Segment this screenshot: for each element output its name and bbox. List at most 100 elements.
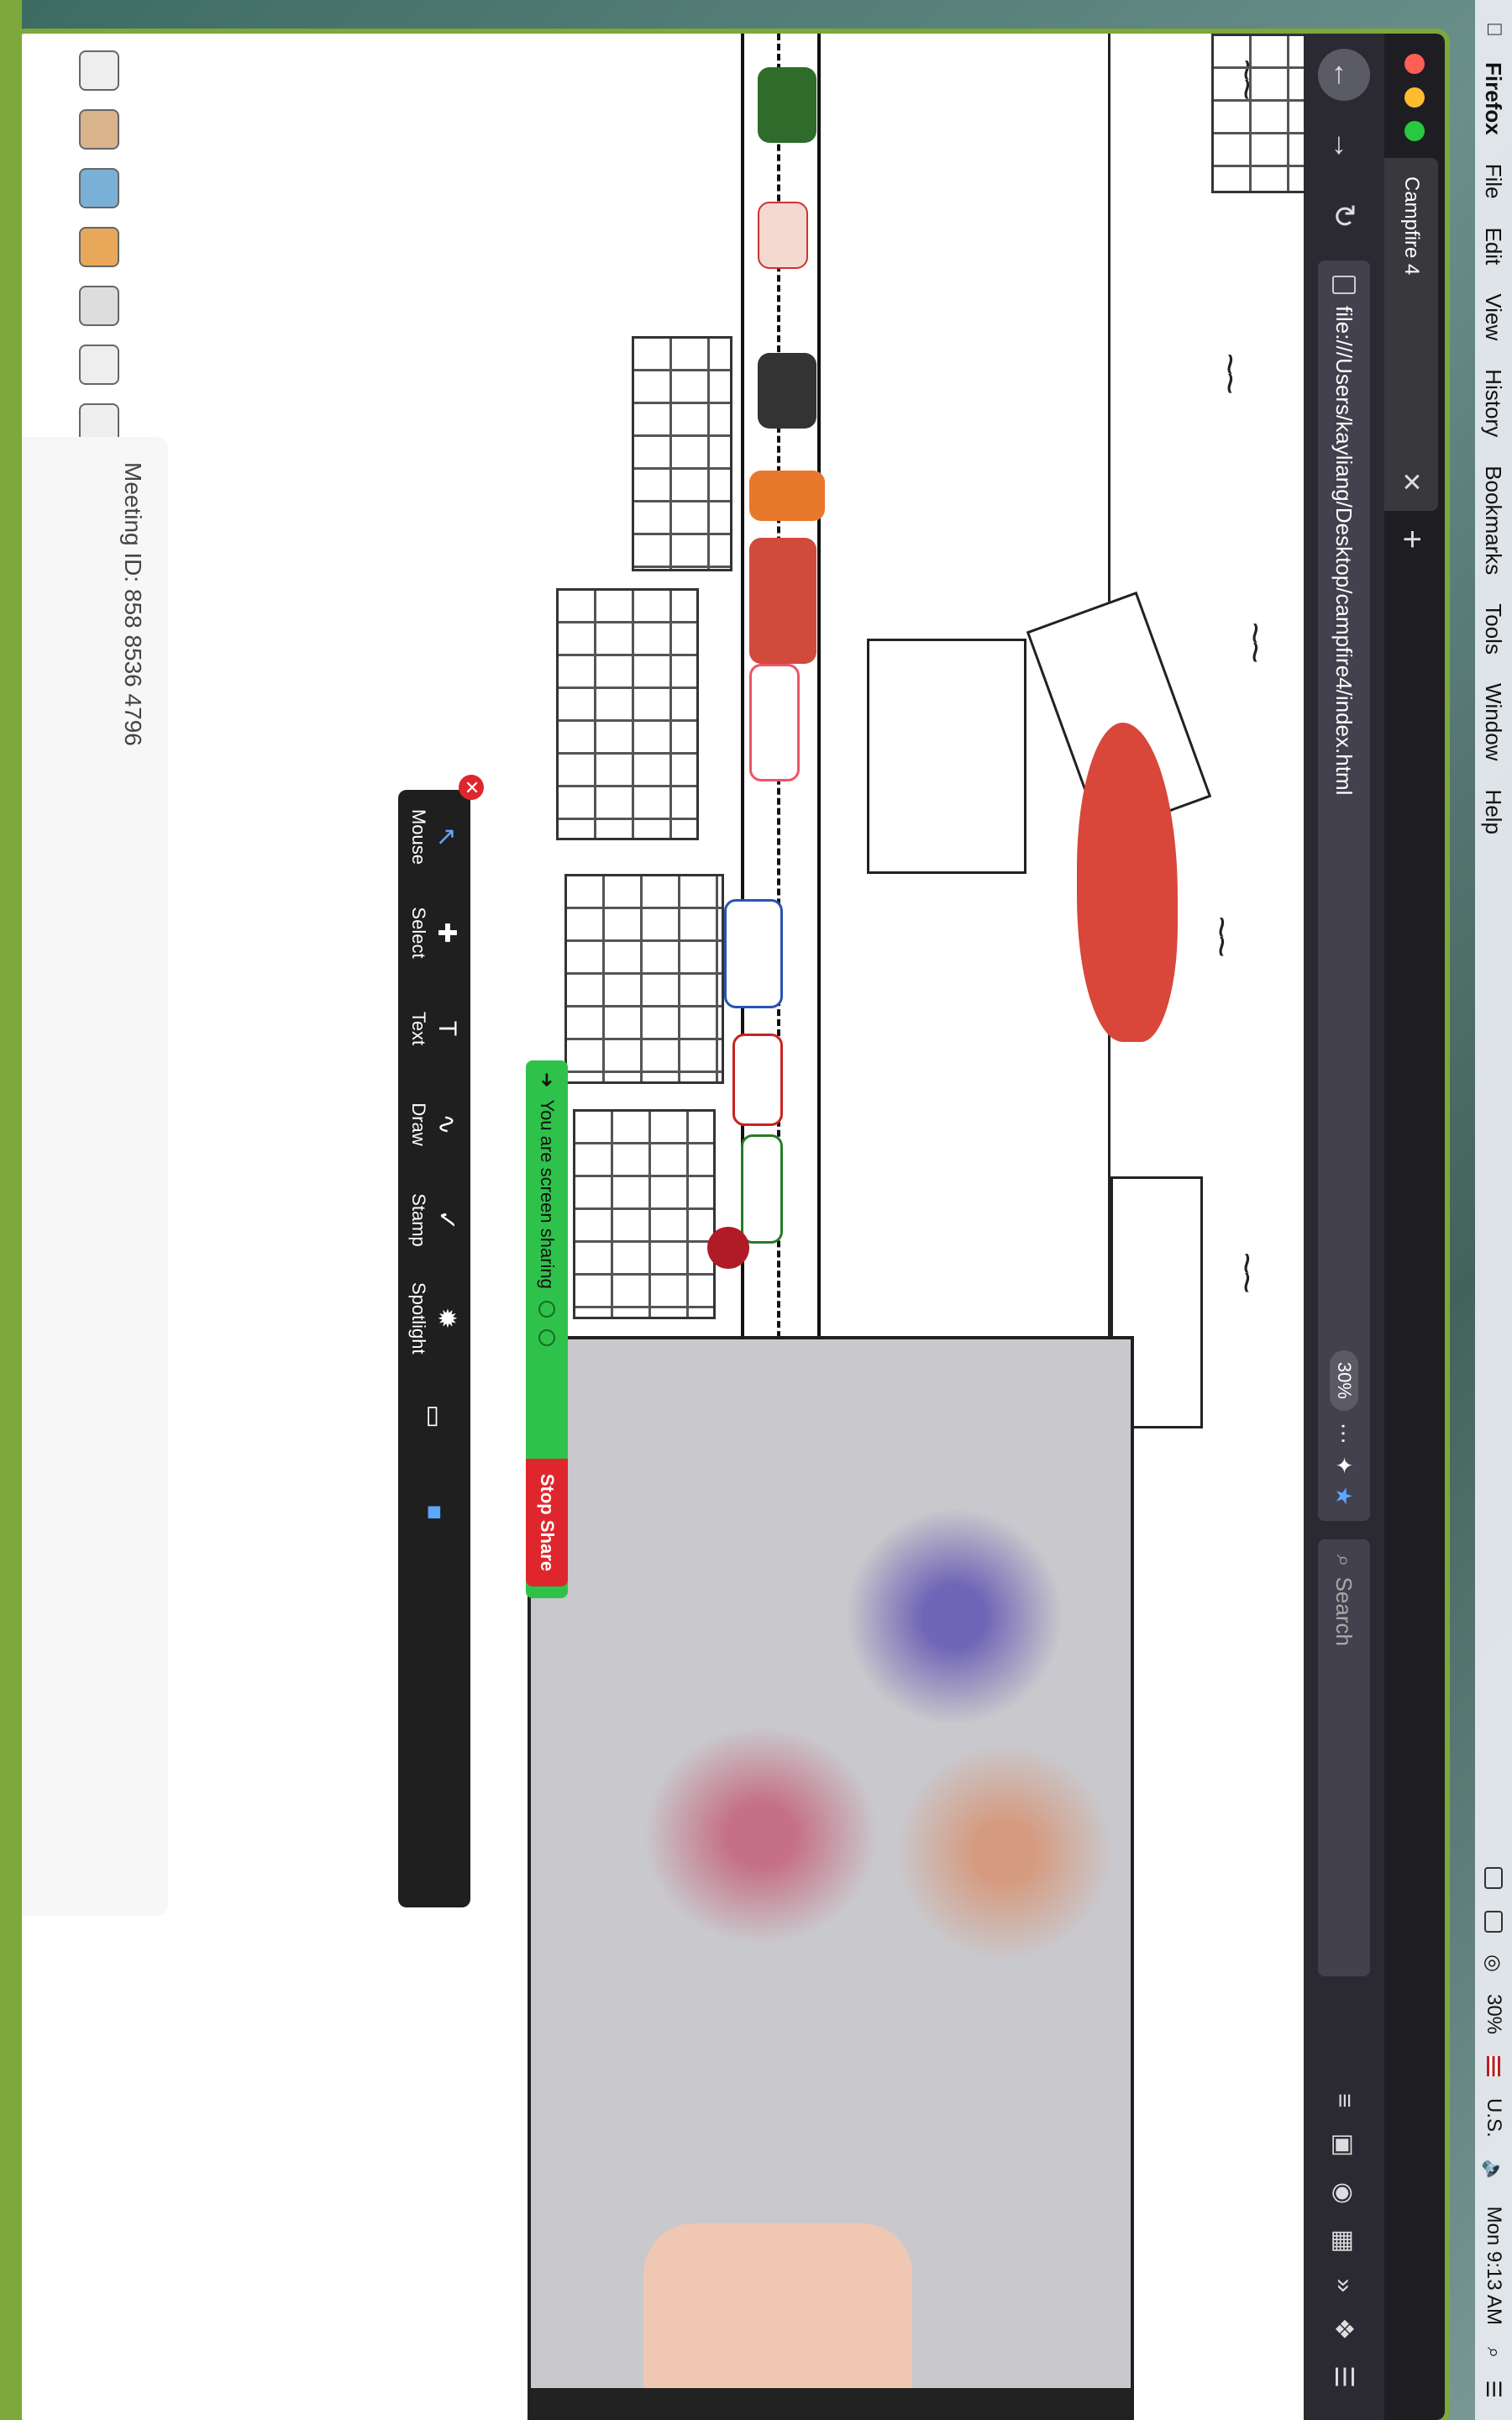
building-sketch [564, 874, 724, 1084]
reload-button[interactable]: ↻ [1318, 190, 1370, 242]
tool-text[interactable]: T Text [407, 995, 461, 1062]
tab-campfire[interactable]: Campfire 4 ✕ [1384, 158, 1438, 511]
wave-mark: ~~ [1209, 353, 1252, 392]
toy-vehicle[interactable] [758, 202, 808, 269]
spotlight-icon: ✹ [433, 1307, 460, 1329]
mouse-icon: ↖ [433, 826, 460, 848]
wifi-icon[interactable]: ◎ [1482, 1954, 1506, 1972]
battery-label[interactable]: 30% [1482, 1994, 1505, 2034]
building-sketch [1211, 34, 1304, 193]
menu-history[interactable]: History [1481, 369, 1507, 437]
tool-label: Select [408, 907, 429, 959]
tool-mouse[interactable]: ↖ Mouse [407, 803, 461, 871]
menu-view[interactable]: View [1481, 293, 1507, 340]
toy-car[interactable] [758, 353, 816, 429]
menu-window[interactable]: Window [1481, 683, 1507, 760]
participant-video[interactable] [528, 1336, 1134, 2420]
keyboard-label[interactable]: U.S. [1482, 2098, 1505, 2138]
screen-icon[interactable] [1484, 1911, 1503, 1933]
rotated-screen:  Firefox File Edit View History Bookmar… [0, 0, 1512, 2420]
zoom-tray-icon[interactable] [1484, 1867, 1503, 1890]
minimize-window-button[interactable] [1404, 87, 1425, 108]
tool-format[interactable]: ■ [420, 1479, 449, 1546]
monster-truck[interactable] [758, 67, 816, 143]
menu-edit[interactable]: Edit [1481, 228, 1507, 266]
close-window-button[interactable] [1404, 54, 1425, 74]
bookmark-star-icon[interactable]: ★ [1331, 1486, 1357, 1506]
wave-mark: ~~ [1226, 1252, 1269, 1291]
green-car[interactable] [741, 1134, 783, 1244]
tool-label: Mouse [408, 808, 429, 865]
tool-stamp[interactable]: ✓ Stamp [407, 1186, 461, 1254]
extension-icon[interactable]: ▦ [1330, 2229, 1359, 2253]
share-status: You are screen sharing [537, 1099, 558, 1289]
nav-toolbar: ← → ↻ file:///Users/kayliang/Desktop/cam… [1304, 34, 1384, 2420]
tool-label: Spotlight [408, 1282, 429, 1355]
extensions-puzzle-icon[interactable]: ❖ [1330, 2317, 1359, 2340]
pocket-icon[interactable]: ✦ [1331, 1456, 1357, 1475]
red-heart[interactable] [707, 1227, 749, 1269]
zoom-badge[interactable]: 30% [1330, 1349, 1358, 1411]
zoom-window-button[interactable] [1404, 121, 1425, 141]
stop-share-button[interactable]: Stop Share [526, 1458, 568, 1586]
window-bottom-border [0, 0, 22, 2420]
menu-bookmarks[interactable]: Bookmarks [1481, 466, 1507, 575]
building-sketch [632, 336, 732, 571]
ball-sticker[interactable] [79, 227, 119, 267]
clock[interactable]: Mon 9:13 AM [1482, 2207, 1505, 2325]
red-car[interactable] [732, 1034, 783, 1126]
tool-draw[interactable]: ∿ Draw [407, 1091, 461, 1158]
search-placeholder: Search [1331, 1576, 1357, 1646]
building-sketch [556, 588, 699, 840]
faces-sticker[interactable] [79, 109, 119, 150]
card-sticker[interactable] [79, 286, 119, 326]
library-icon[interactable]: ≡ [1330, 2093, 1359, 2108]
pink-car[interactable] [749, 664, 800, 781]
annotation-toolbar: ✕ ↖ Mouse ✚ Select T Text ∿ Draw ✓ Stamp ✹ Spo… [398, 775, 484, 1907]
tool-label: Stamp [408, 1193, 429, 1247]
page-actions-icon[interactable]: ⋯ [1331, 1423, 1357, 1444]
pink-drawing [643, 1726, 879, 1944]
menu-app-name[interactable]: Firefox [1481, 62, 1507, 135]
shield-icon[interactable] [538, 1328, 555, 1346]
volume-icon[interactable]: 🔈 [1482, 2160, 1506, 2185]
back-button[interactable]: ← [1318, 49, 1370, 101]
control-center-icon[interactable]: ☰ [1482, 2380, 1506, 2398]
menu-file[interactable]: File [1481, 164, 1507, 199]
tab-strip: Campfire 4 ✕ + [1384, 34, 1445, 2420]
meeting-id: Meeting ID: 858 8536 4796 [120, 462, 146, 746]
note-sticker[interactable] [79, 345, 119, 385]
tab-title: Campfire 4 [1400, 176, 1423, 276]
overflow-icon[interactable]: » [1330, 2279, 1359, 2293]
tool-eraser[interactable]: ▭ [420, 1383, 449, 1450]
sidebar-icon[interactable]: ▣ [1330, 2133, 1359, 2157]
dice-sticker[interactable] [79, 50, 119, 91]
close-tab-icon[interactable]: ✕ [1397, 471, 1426, 492]
new-tab-icon[interactable]: + [1384, 511, 1431, 549]
format-icon: ■ [421, 1504, 449, 1520]
hamburger-menu-icon[interactable]: ☰ [1330, 2365, 1359, 2388]
menu-tools[interactable]: Tools [1481, 603, 1507, 655]
tool-spotlight[interactable]: ✹ Spotlight [407, 1282, 461, 1355]
purple-drawing [845, 1507, 1063, 1726]
tool-select[interactable]: ✚ Select [407, 899, 461, 966]
wave-mark: ~~ [1234, 622, 1278, 660]
flag-icon[interactable] [1487, 2056, 1500, 2077]
toy-bus[interactable] [749, 471, 825, 521]
orange-drawing [895, 1743, 1114, 1961]
close-annotation-icon[interactable]: ✕ [459, 775, 484, 800]
menu-help[interactable]: Help [1481, 789, 1507, 834]
apple-icon[interactable]:  [1482, 22, 1505, 37]
search-input[interactable]: ⌕ Search [1318, 1539, 1370, 1976]
blue-car[interactable] [724, 899, 783, 1008]
forward-button[interactable]: → [1318, 119, 1370, 171]
desktop:  Firefox File Edit View History Bookmar… [0, 0, 1512, 2420]
toolbar-right: ≡ ▣ ◉ ▦ » ❖ ☰ [1330, 2093, 1359, 2405]
red-bus[interactable] [749, 538, 816, 664]
pause-share-icon[interactable] [538, 1300, 555, 1318]
account-icon[interactable]: ◉ [1330, 2182, 1359, 2204]
screen-share-banner: ➜ You are screen sharing Stop Share [526, 1060, 568, 1598]
robot-sticker[interactable] [79, 168, 119, 208]
search-icon[interactable]: ⌕ [1482, 2347, 1505, 2358]
url-bar[interactable]: file:///Users/kayliang/Desktop/campfire4… [1318, 260, 1370, 1521]
